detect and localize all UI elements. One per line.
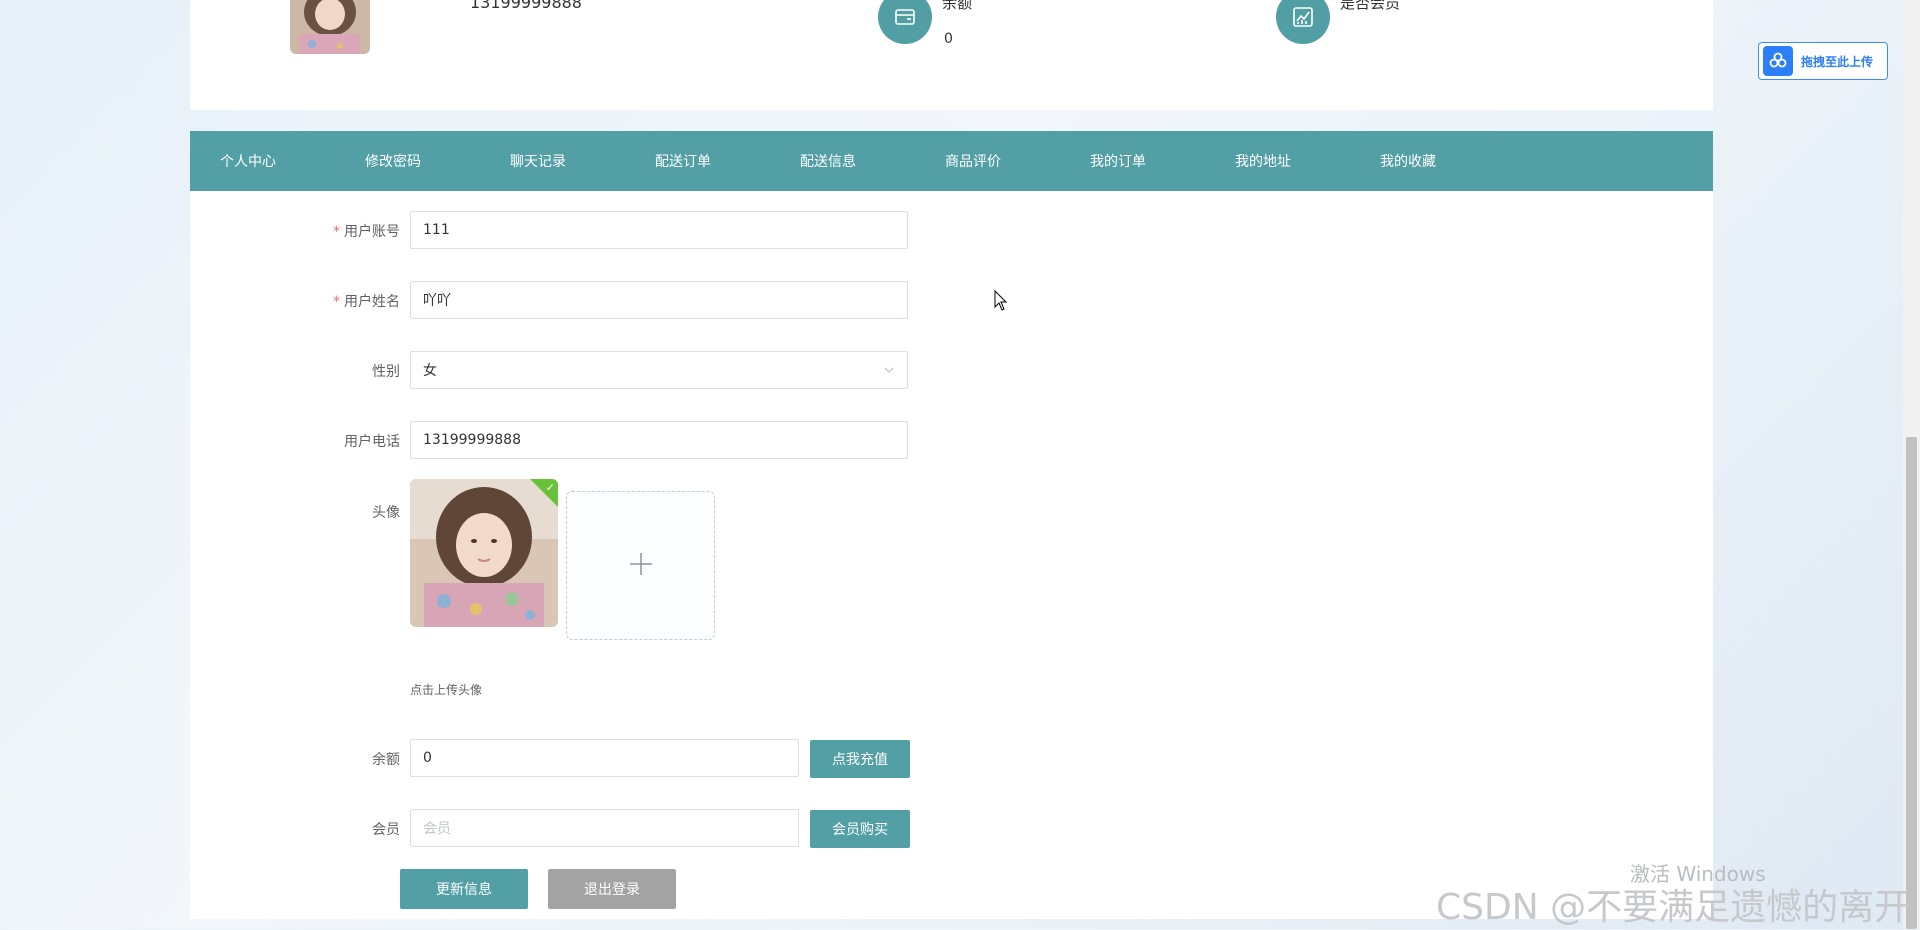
account-input[interactable]: 111 — [410, 211, 908, 249]
balance-input[interactable]: 0 — [410, 739, 799, 777]
check-icon: ✓ — [545, 481, 555, 494]
nav-item-chat-history[interactable]: 聊天记录 — [510, 151, 566, 171]
required-asterisk: * — [333, 294, 340, 310]
balance-stat-value: 0 — [944, 31, 953, 47]
avatar-upload-button[interactable] — [566, 491, 715, 640]
buy-member-button[interactable]: 会员购买 — [810, 810, 910, 848]
required-asterisk: * — [333, 224, 340, 240]
gender-select[interactable]: 女 — [410, 351, 908, 389]
account-label: * 用户账号 — [333, 224, 400, 240]
plus-icon — [628, 551, 654, 581]
nav-item-my-orders[interactable]: 我的订单 — [1090, 151, 1146, 171]
gender-label: 性别 — [372, 364, 400, 380]
avatar-label: 头像 — [372, 505, 400, 521]
nav-item-personal-center[interactable]: 个人中心 — [220, 151, 276, 171]
nav-item-change-password[interactable]: 修改密码 — [365, 151, 421, 171]
drag-upload-label: 拖拽至此上传 — [1801, 54, 1874, 69]
name-label: * 用户姓名 — [333, 294, 400, 310]
header-phone: 13199999888 — [470, 0, 582, 12]
avatar-upload-hint: 点击上传头像 — [410, 683, 483, 697]
chevron-down-icon — [883, 364, 895, 380]
wallet-icon — [878, 0, 932, 44]
csdn-watermark: CSDN @不要满足遗憾的离开 — [1436, 887, 1911, 928]
phone-label: 用户电话 — [344, 434, 400, 450]
update-info-button[interactable]: 更新信息 — [400, 869, 528, 909]
balance-label: 余额 — [372, 752, 400, 768]
nav-item-delivery-orders[interactable]: 配送订单 — [655, 151, 711, 171]
recharge-button[interactable]: 点我充值 — [810, 740, 910, 778]
member-input[interactable]: 会员 — [410, 809, 799, 847]
profile-header-card: 13199999888 余额 0 是否会员 — [190, 0, 1713, 110]
drag-upload-widget[interactable]: 拖拽至此上传 — [1758, 42, 1888, 80]
nav-item-delivery-info[interactable]: 配送信息 — [800, 151, 856, 171]
phone-input[interactable]: 13199999888 — [410, 421, 908, 459]
chart-icon — [1276, 0, 1330, 44]
nav-item-product-reviews[interactable]: 商品评价 — [945, 151, 1001, 171]
nav-item-my-favorites[interactable]: 我的收藏 — [1380, 151, 1436, 171]
user-nav-bar: 个人中心 修改密码 聊天记录 配送订单 配送信息 商品评价 我的订单 我的地址 … — [190, 131, 1713, 191]
member-stat-label: 是否会员 — [1340, 0, 1401, 12]
name-input[interactable]: 吖吖 — [410, 281, 908, 319]
header-avatar — [290, 0, 370, 54]
logout-button[interactable]: 退出登录 — [548, 869, 676, 909]
avatar-preview[interactable]: ✓ — [410, 479, 558, 627]
mouse-cursor-icon — [994, 289, 1008, 316]
page-scrollbar-thumb[interactable] — [1906, 437, 1917, 929]
cloud-icon — [1763, 46, 1793, 76]
balance-stat-label: 余额 — [942, 0, 973, 12]
member-label: 会员 — [372, 822, 400, 838]
nav-item-my-address[interactable]: 我的地址 — [1235, 151, 1291, 171]
